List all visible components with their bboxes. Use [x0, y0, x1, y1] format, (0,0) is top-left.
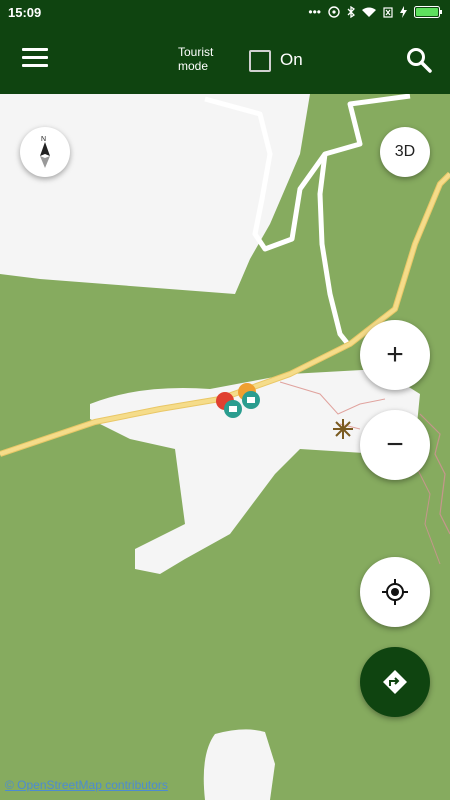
battery-icon	[414, 6, 442, 18]
tourist-mode-on-label: On	[280, 50, 303, 69]
compass-icon: N	[40, 136, 50, 168]
bluetooth-icon	[347, 6, 355, 18]
zoom-in-button[interactable]: +	[360, 320, 430, 390]
tourist-mode-label: Tourist mode	[178, 45, 214, 73]
wifi-icon	[362, 7, 376, 17]
charging-icon	[400, 6, 407, 18]
3d-button[interactable]: 3D	[380, 127, 430, 177]
app-bar: Tourist mode On	[0, 26, 450, 94]
hotspot-icon	[328, 6, 340, 18]
tourist-mode-checkbox[interactable]	[249, 50, 271, 72]
status-bar: 15:09 •••	[0, 0, 450, 26]
menu-icon[interactable]	[22, 48, 48, 70]
search-icon[interactable]	[405, 46, 433, 74]
sim-icon	[383, 6, 393, 18]
compass-button[interactable]: N	[20, 127, 70, 177]
crosshair-icon	[382, 579, 408, 605]
status-icons: •••	[308, 5, 442, 19]
directions-icon	[383, 670, 407, 694]
directions-button[interactable]	[360, 647, 430, 717]
more-icon: •••	[308, 5, 321, 19]
zoom-out-button[interactable]: −	[360, 410, 430, 480]
my-location-button[interactable]	[360, 557, 430, 627]
status-time: 15:09	[8, 5, 42, 20]
svg-text:N: N	[41, 136, 46, 143]
osm-attribution-link[interactable]: © OpenStreetMap contributors	[5, 778, 168, 792]
